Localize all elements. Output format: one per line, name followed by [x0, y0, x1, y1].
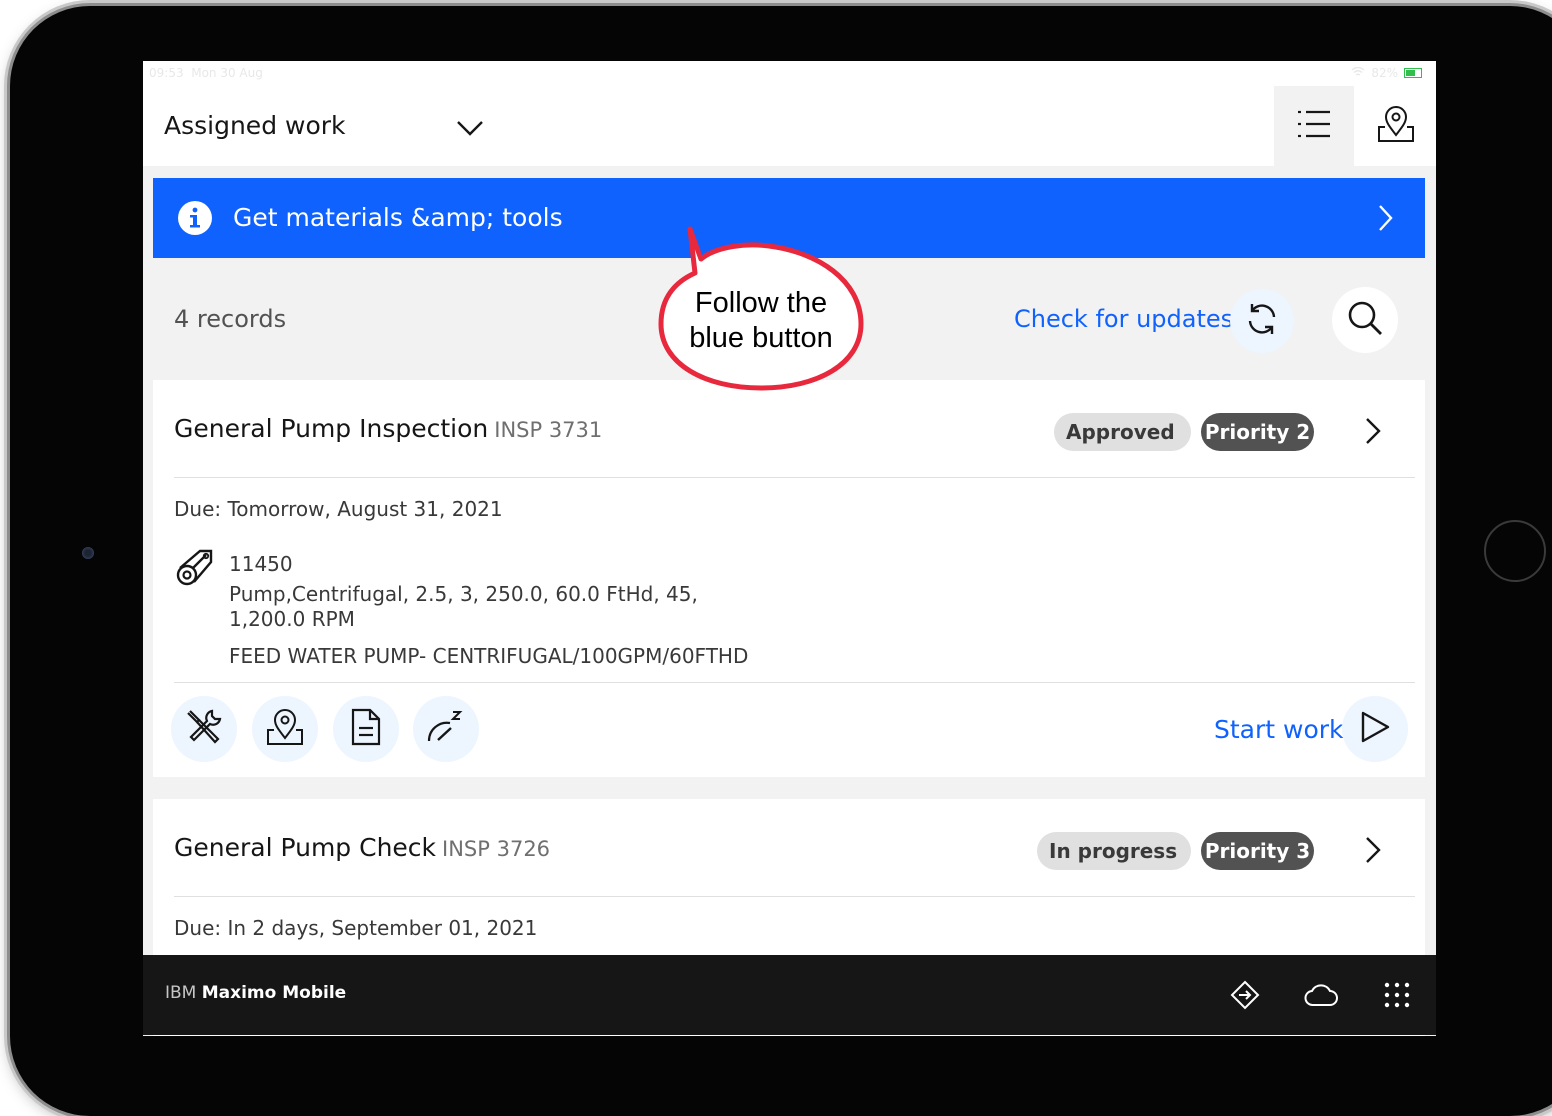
- refresh-icon: [1244, 301, 1280, 341]
- record-count: 4 records: [174, 305, 287, 333]
- chevron-down-icon[interactable]: [455, 113, 485, 147]
- check-for-updates-link[interactable]: Check for updates: [1014, 305, 1233, 333]
- callout-text: Follow the blue button: [689, 287, 833, 354]
- map-pin-icon: [1377, 105, 1415, 147]
- asset-icon: [175, 548, 215, 592]
- due-date: Due: In 2 days, September 01, 2021: [174, 916, 538, 940]
- chevron-right-icon: [1375, 203, 1395, 237]
- priority-badge: Priority 2: [1201, 413, 1314, 451]
- app-screen: 09:53 Mon 30 Aug 82% Assigned work Get m…: [143, 61, 1436, 1036]
- divider: [174, 477, 1415, 478]
- divider: [174, 682, 1415, 683]
- status-badge[interactable]: In progress: [1037, 832, 1191, 870]
- work-list-selector[interactable]: Assigned work: [164, 111, 346, 140]
- info-icon: [177, 200, 213, 240]
- document-icon: [349, 708, 383, 750]
- app-footer: IBM Maximo Mobile: [143, 955, 1436, 1035]
- app-brand: IBM Maximo Mobile: [165, 983, 347, 1003]
- navigate-icon[interactable]: [1225, 975, 1265, 1015]
- battery-level: 82%: [1371, 66, 1398, 80]
- meter-icon: [426, 707, 466, 751]
- start-work-button[interactable]: [1342, 696, 1408, 762]
- asset-location: FEED WATER PUMP- CENTRIFUGAL/100GPM/60FT…: [229, 644, 749, 668]
- work-order-title: General Pump Inspection INSP 3731: [174, 414, 603, 443]
- wifi-icon: [1351, 66, 1365, 80]
- banner-label: Get materials &amp; tools: [233, 203, 563, 232]
- home-button[interactable]: [1484, 520, 1546, 582]
- work-order-card[interactable]: General Pump Inspection INSP 3731 Approve…: [153, 380, 1425, 777]
- tools-icon: [184, 707, 224, 751]
- list-view-button[interactable]: [1274, 86, 1354, 166]
- asset-number: 11450: [229, 552, 293, 576]
- top-bar: Assigned work: [143, 86, 1436, 166]
- status-time: 09:53 Mon 30 Aug: [149, 66, 263, 80]
- map-view-button[interactable]: [1356, 86, 1436, 166]
- work-order-code: INSP 3726: [442, 837, 551, 861]
- search-button[interactable]: [1332, 287, 1398, 353]
- work-order-header[interactable]: General Pump Inspection INSP 3731 Approve…: [153, 380, 1425, 478]
- status-badge[interactable]: Approved: [1054, 413, 1191, 451]
- work-order-header[interactable]: General Pump Check INSP 3726 In progress …: [153, 799, 1425, 897]
- app-grid-icon[interactable]: [1377, 975, 1417, 1015]
- divider: [174, 896, 1415, 897]
- search-icon: [1346, 299, 1384, 341]
- details-button[interactable]: [333, 696, 399, 762]
- play-icon: [1359, 710, 1391, 748]
- chevron-right-icon[interactable]: [1363, 835, 1383, 869]
- chevron-right-icon[interactable]: [1363, 416, 1383, 450]
- list-icon: [1296, 108, 1332, 144]
- cloud-icon[interactable]: [1301, 975, 1341, 1015]
- work-order-code: INSP 3731: [494, 418, 603, 442]
- map-pin-icon: [266, 708, 304, 750]
- work-order-title: General Pump Check INSP 3726: [174, 833, 551, 862]
- meter-readings-button[interactable]: [413, 696, 479, 762]
- start-work-label[interactable]: Start work: [1214, 715, 1344, 744]
- status-right: 82%: [1351, 66, 1422, 80]
- map-button[interactable]: [252, 696, 318, 762]
- battery-icon: [1404, 68, 1422, 78]
- status-bar: 09:53 Mon 30 Aug 82%: [143, 61, 1436, 86]
- priority-badge: Priority 3: [1201, 832, 1314, 870]
- due-date: Due: Tomorrow, August 31, 2021: [174, 497, 503, 521]
- front-camera: [82, 547, 94, 559]
- refresh-button[interactable]: [1230, 289, 1294, 353]
- asset-description: Pump,Centrifugal, 2.5, 3, 250.0, 60.0 Ft…: [229, 582, 698, 631]
- materials-tools-button[interactable]: [171, 696, 237, 762]
